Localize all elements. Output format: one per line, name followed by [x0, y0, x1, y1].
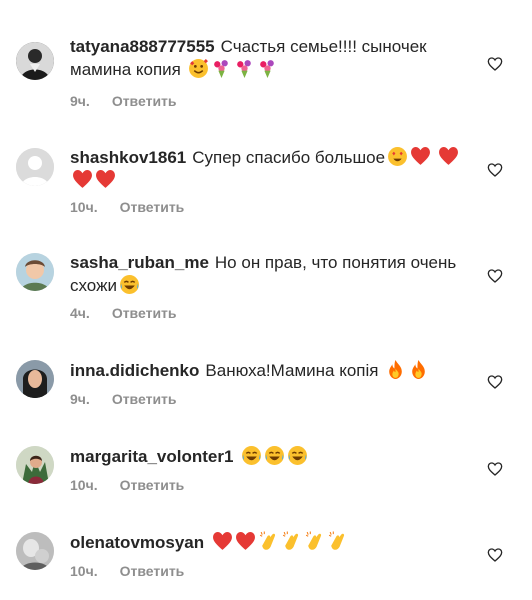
- smiling-face-with-hearts-icon: [186, 59, 209, 79]
- comment-text: tatyana888777555 Счастья семье!!!! сыноче…: [70, 36, 475, 81]
- avatar[interactable]: [16, 42, 54, 80]
- red-heart-icon: [70, 170, 93, 190]
- comment-time: 10ч.: [70, 563, 98, 579]
- reply-button[interactable]: Ответить: [112, 305, 177, 321]
- fire-icon: [406, 360, 429, 380]
- comment-time: 10ч.: [70, 477, 98, 493]
- tears-of-joy-icon: [117, 275, 140, 295]
- red-heart-icon: [436, 147, 459, 167]
- comment-username[interactable]: shashkov1861: [70, 148, 186, 167]
- comment-text: inna.didichenko Ванюха!Мамина копія: [70, 359, 475, 382]
- tears-of-joy-icon: [262, 446, 285, 466]
- comment-meta: 4ч. Ответить: [70, 305, 177, 321]
- comment-body: Супер спасибо большое: [192, 148, 386, 167]
- reply-button[interactable]: Ответить: [120, 477, 185, 493]
- reply-button[interactable]: Ответить: [120, 199, 185, 215]
- comment-time: 4ч.: [70, 305, 90, 321]
- reply-button[interactable]: Ответить: [112, 93, 177, 109]
- comment-username[interactable]: inna.didichenko: [70, 361, 199, 380]
- comment-time: 10ч.: [70, 199, 98, 215]
- avatar[interactable]: [16, 253, 54, 291]
- bouquet-icon: [232, 60, 255, 79]
- comment-meta: 9ч. Ответить: [70, 93, 177, 109]
- reply-button[interactable]: Ответить: [120, 563, 185, 579]
- bouquet-icon: [209, 60, 232, 79]
- comment-time: 9ч.: [70, 93, 90, 109]
- clapping-hands-icon: [302, 531, 325, 552]
- comment-time: 9ч.: [70, 391, 90, 407]
- comment-text: sasha_ruban_me Но он прав, что понятия оч…: [70, 252, 475, 297]
- avatar[interactable]: [16, 532, 54, 570]
- avatar[interactable]: [16, 446, 54, 484]
- tears-of-joy-icon: [239, 446, 262, 466]
- comment-username[interactable]: margarita_volonter1: [70, 447, 233, 466]
- comment-meta: 9ч. Ответить: [70, 391, 177, 407]
- comment-text: margarita_volonter1: [70, 445, 475, 468]
- comment-username[interactable]: olenatovmosyan: [70, 533, 204, 552]
- comment-meta: 10ч. Ответить: [70, 477, 184, 493]
- red-heart-icon: [233, 532, 256, 552]
- comment-meta: 10ч. Ответить: [70, 563, 184, 579]
- fire-icon: [383, 360, 406, 380]
- heart-icon[interactable]: [487, 547, 503, 563]
- heart-eyes-icon: [385, 147, 408, 167]
- clapping-hands-icon: [325, 531, 348, 552]
- comment-text: shashkov1861 Супер спасибо большое: [70, 146, 475, 192]
- comment-body: Ванюха!Мамина копія: [205, 361, 379, 380]
- heart-icon[interactable]: [487, 56, 503, 72]
- red-heart-icon: [210, 532, 233, 552]
- heart-icon[interactable]: [487, 461, 503, 477]
- heart-icon[interactable]: [487, 162, 503, 178]
- tears-of-joy-icon: [285, 446, 308, 466]
- heart-icon[interactable]: [487, 374, 503, 390]
- bouquet-icon: [255, 60, 278, 79]
- clapping-hands-icon: [256, 531, 279, 552]
- avatar[interactable]: [16, 360, 54, 398]
- heart-icon[interactable]: [487, 268, 503, 284]
- comment-username[interactable]: sasha_ruban_me: [70, 253, 209, 272]
- comment-text: olenatovmosyan: [70, 531, 475, 554]
- red-heart-icon: [93, 170, 116, 190]
- comment-meta: 10ч. Ответить: [70, 199, 184, 215]
- clapping-hands-icon: [279, 531, 302, 552]
- reply-button[interactable]: Ответить: [112, 391, 177, 407]
- red-heart-icon: [408, 147, 431, 167]
- comment-username[interactable]: tatyana888777555: [70, 37, 215, 56]
- avatar[interactable]: [16, 148, 54, 186]
